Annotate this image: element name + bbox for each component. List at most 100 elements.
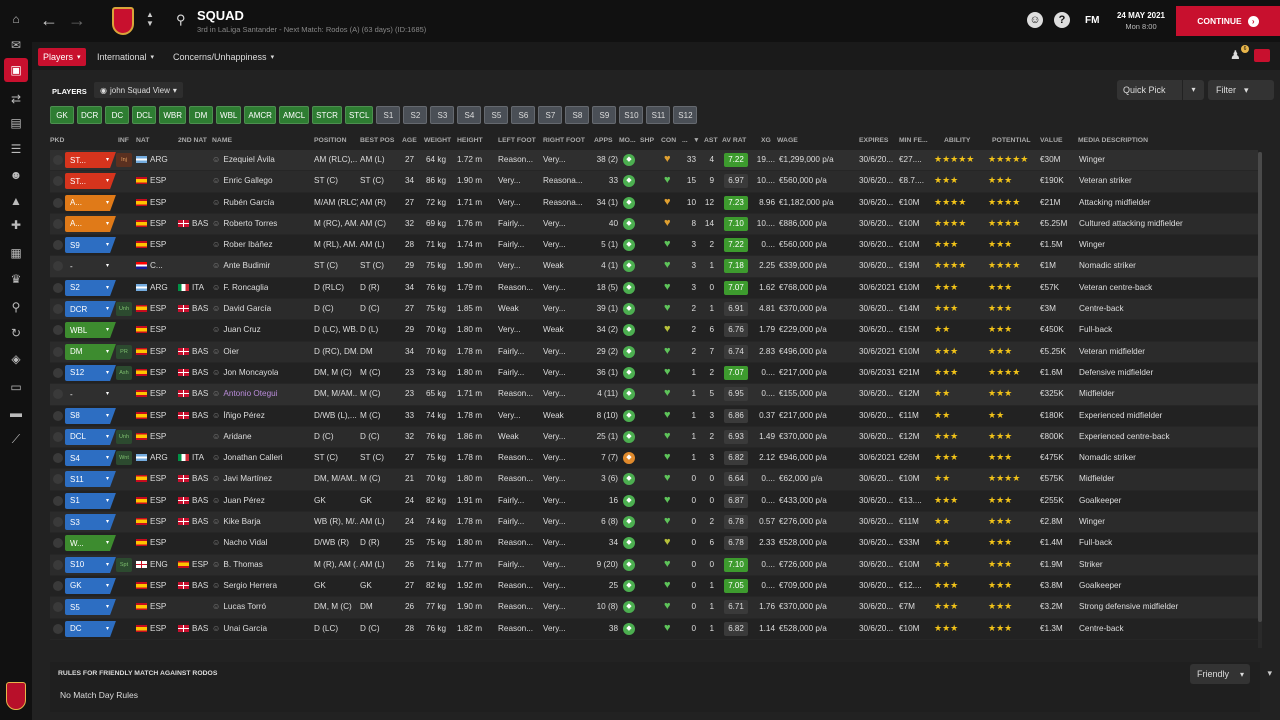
col-apps[interactable]: APPS [594, 137, 613, 144]
position-selector[interactable]: ST... ▾ [65, 173, 109, 190]
col-pkd[interactable]: PKD [50, 137, 64, 144]
player-name[interactable]: ☺ Juan Pérez [212, 496, 265, 505]
second-nationality[interactable]: BAS [178, 347, 208, 356]
player-name[interactable]: ☺ Jon Moncayola [212, 368, 278, 377]
media-icon[interactable]: ▬ [7, 404, 25, 422]
nationality[interactable]: ESP [136, 432, 166, 441]
table-row[interactable]: - ▾ ESP BAS ☺ Antonio Otegui DM, M/AM... M (C) 2… [50, 384, 1258, 406]
nationality[interactable]: ESP [136, 219, 166, 228]
nationality[interactable]: ESP [136, 389, 166, 398]
finance-icon[interactable]: ▭ [7, 378, 25, 396]
nationality[interactable]: ARG [136, 155, 168, 164]
nationality[interactable]: ENG [136, 560, 168, 569]
row-checkbox[interactable] [53, 623, 63, 634]
position-selector[interactable]: S8 ▾ [65, 407, 109, 424]
player-name-text[interactable]: Ezequiel Ávila [223, 155, 274, 164]
player-name[interactable]: ☺ Jonathan Calleri [212, 453, 283, 462]
row-checkbox[interactable] [53, 474, 63, 485]
table-row[interactable]: W... ▾ ESP ☺ Nacho Vidal D/WB (R) D (R) 25 75 kg… [50, 533, 1258, 555]
search-icon[interactable]: ⚲ [7, 298, 25, 316]
info-tag[interactable]: Ash [116, 365, 132, 380]
player-name-text[interactable]: Roberto Torres [223, 219, 277, 228]
position-selector[interactable]: S3 ▾ [65, 514, 109, 531]
nationality[interactable]: ESP [136, 240, 166, 249]
player-name[interactable]: ☺ Rubén García [212, 198, 274, 207]
second-nationality[interactable]: BAS [178, 368, 208, 377]
player-name[interactable]: ☺ Aridane [212, 432, 252, 441]
info-tag[interactable]: PR [116, 344, 132, 359]
position-selector[interactable]: W... ▾ [65, 535, 109, 552]
position-selector[interactable]: S5 ▾ [65, 599, 109, 616]
player-name[interactable]: ☺ Nacho Vidal [212, 538, 267, 547]
trophy-icon[interactable]: ♛ [7, 270, 25, 288]
club-crest-icon[interactable] [6, 682, 26, 710]
col-name[interactable]: NAME [212, 137, 232, 144]
row-checkbox[interactable] [53, 304, 63, 315]
col-height[interactable]: HEIGHT [457, 137, 483, 144]
player-name[interactable]: ☺ Roberto Torres [212, 219, 277, 228]
col-ability[interactable]: ABILITY [944, 137, 970, 144]
player-name-text[interactable]: Ante Budimir [223, 261, 270, 270]
view-dropdown[interactable]: ◉ john Squad View ▾ [94, 82, 183, 98]
player-name-text[interactable]: Aridane [223, 432, 251, 441]
row-checkbox[interactable] [53, 538, 63, 549]
info-tag[interactable]: Unh [116, 429, 132, 444]
player-name-text[interactable]: F. Roncaglia [223, 283, 268, 292]
player-name-text[interactable]: Enric Gallego [223, 176, 272, 185]
search-icon[interactable]: ⚲ [176, 12, 186, 28]
player-name-text[interactable]: Javi Martínez [223, 474, 272, 483]
international-menu[interactable]: International ▾ [92, 48, 159, 66]
table-row[interactable]: ST... ▾ Inj ARG ☺ Ezequiel Ávila AM (RLC),... A… [50, 150, 1258, 172]
position-selector[interactable]: - ▾ [65, 386, 109, 402]
position-selector[interactable]: S9 ▾ [65, 237, 109, 254]
slot-button-s4[interactable]: S4 [457, 106, 482, 124]
club-badge-icon[interactable] [112, 7, 134, 35]
table-row[interactable]: DC ▾ ESP BAS ☺ Unai García D (LC) D (C) 28 76 kg 1… [50, 619, 1258, 640]
nationality[interactable]: ESP [136, 581, 166, 590]
col-con[interactable]: CON [661, 137, 676, 144]
player-name-text[interactable]: Antonio Otegui [223, 389, 277, 398]
info-tag[interactable]: Wnt [116, 451, 132, 466]
player-name-text[interactable]: Nacho Vidal [223, 538, 267, 547]
table-row[interactable]: DCR ▾ Unh ESP BAS ☺ David García D (C) D (C) 27 75… [50, 299, 1258, 321]
player-name-text[interactable]: Íñigo Pérez [223, 411, 264, 420]
nationality[interactable]: ESP [136, 496, 166, 505]
row-checkbox[interactable] [53, 346, 63, 357]
row-checkbox[interactable] [53, 495, 63, 506]
table-row[interactable]: WBL ▾ ESP ☺ Juan Cruz D (LC), WB... D (L) 29 70 … [50, 320, 1258, 342]
position-button-dm[interactable]: DM [189, 106, 214, 124]
refresh-icon[interactable]: ↻ [7, 324, 25, 342]
position-selector[interactable]: - ▾ [65, 258, 109, 274]
slot-button-s1[interactable]: S1 [376, 106, 401, 124]
position-selector[interactable]: S2 ▾ [65, 279, 109, 296]
player-name[interactable]: ☺ David García [212, 304, 271, 313]
player-name-text[interactable]: B. Thomas [223, 560, 262, 569]
player-name[interactable]: ☺ Juan Cruz [212, 325, 261, 334]
position-button-stcl[interactable]: STCL [344, 106, 374, 124]
row-checkbox[interactable] [53, 176, 63, 187]
row-checkbox[interactable] [53, 431, 63, 442]
player-name-text[interactable]: Sergio Herrera [223, 581, 277, 590]
col-ast[interactable]: AST [704, 137, 718, 144]
player-name[interactable]: ☺ Enric Gallego [212, 176, 273, 185]
col-expires[interactable]: EXPIRES [859, 137, 888, 144]
player-name[interactable]: ☺ Unai García [212, 624, 267, 633]
row-checkbox[interactable] [53, 261, 63, 272]
squad-icon[interactable]: ▣ [4, 58, 28, 82]
slot-button-s12[interactable]: S12 [673, 106, 698, 124]
table-row[interactable]: S11 ▾ ESP BAS ☺ Javi Martínez DM, M/AM... M (C)… [50, 469, 1258, 491]
col-best-pos[interactable]: BEST POS [360, 137, 394, 144]
table-scrollbar[interactable] [1258, 152, 1262, 648]
col-inf[interactable]: INF [118, 137, 129, 144]
training-icon[interactable]: ▲ [7, 192, 25, 210]
row-checkbox[interactable] [53, 559, 63, 570]
row-checkbox[interactable] [53, 389, 63, 400]
player-name[interactable]: ☺ Javi Martínez [212, 474, 272, 483]
col-wage[interactable]: WAGE [777, 137, 798, 144]
table-row[interactable]: S10 ▾ Spt ENG ESP ☺ B. Thomas M (R), AM (... AM … [50, 554, 1258, 576]
row-checkbox[interactable] [53, 197, 63, 208]
player-name-text[interactable]: Rober Ibáñez [223, 240, 272, 249]
player-name[interactable]: ☺ Antonio Otegui [212, 389, 278, 398]
position-selector[interactable]: S4 ▾ [65, 450, 109, 467]
club-switch-icon[interactable]: ▲ ▼ [146, 10, 154, 28]
